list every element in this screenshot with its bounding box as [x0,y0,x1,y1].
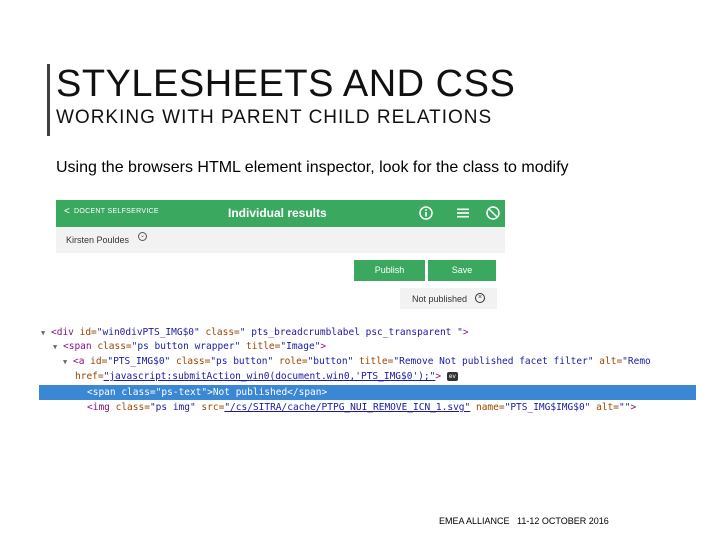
code-line[interactable]: <img class="ps img" src="/cs/SITRA/cache… [87,400,636,415]
event-badge[interactable]: ev [446,372,459,381]
slide-subtitle: WORKING WITH PARENT CHILD RELATIONS [56,107,493,128]
app-header-bar: < DOCENT SELFSERVICE Individual results [56,200,505,227]
slide-footer: EMEA ALLIANCE 11-12 OCTOBER 2016 [439,516,609,526]
back-link[interactable]: DOCENT SELFSERVICE [74,208,159,215]
user-dropdown-icon[interactable]: ⌄ [138,232,147,241]
collapse-triangle-icon[interactable]: ▼ [63,355,73,370]
back-chevron-icon[interactable]: < [64,206,70,217]
code-line[interactable]: ▼ <span class="ps button wrapper" title="… [53,339,326,354]
slide-body-text: Using the browsers HTML element inspecto… [56,159,569,176]
facet-filter-chip[interactable]: Not published × [400,288,497,309]
remove-filter-icon[interactable]: × [475,293,485,303]
collapse-triangle-icon[interactable]: ▼ [53,340,63,355]
publish-button[interactable]: Publish [354,260,425,281]
save-button[interactable]: Save [428,260,496,281]
page-heading: Individual results [228,206,327,220]
user-name: Kirsten Pouldes [66,235,130,245]
info-icon[interactable] [418,205,434,221]
code-line[interactable]: href="javascript:submitAction_win0(docum… [75,369,459,384]
no-entry-icon[interactable] [485,205,501,221]
code-line[interactable]: ▼ <div id="win0divPTS_IMG$0" class=" pts_… [41,325,469,340]
code-line[interactable]: ▼ <a id="PTS_IMG$0" class="ps button" rol… [63,354,651,369]
slide-title: STYLESHEETS AND CSS [56,63,516,105]
filter-label: Not published [412,294,468,304]
menu-icon[interactable] [455,205,471,221]
title-accent-bar [47,64,50,136]
user-row: Kirsten Pouldes ⌄ [56,227,505,253]
element-inspector: ▼ <div id="win0divPTS_IMG$0" class=" pts_… [39,318,699,418]
collapse-triangle-icon[interactable]: ▼ [41,326,51,341]
selected-code-line[interactable]: <span class="ps-text">Not published</spa… [39,385,696,400]
